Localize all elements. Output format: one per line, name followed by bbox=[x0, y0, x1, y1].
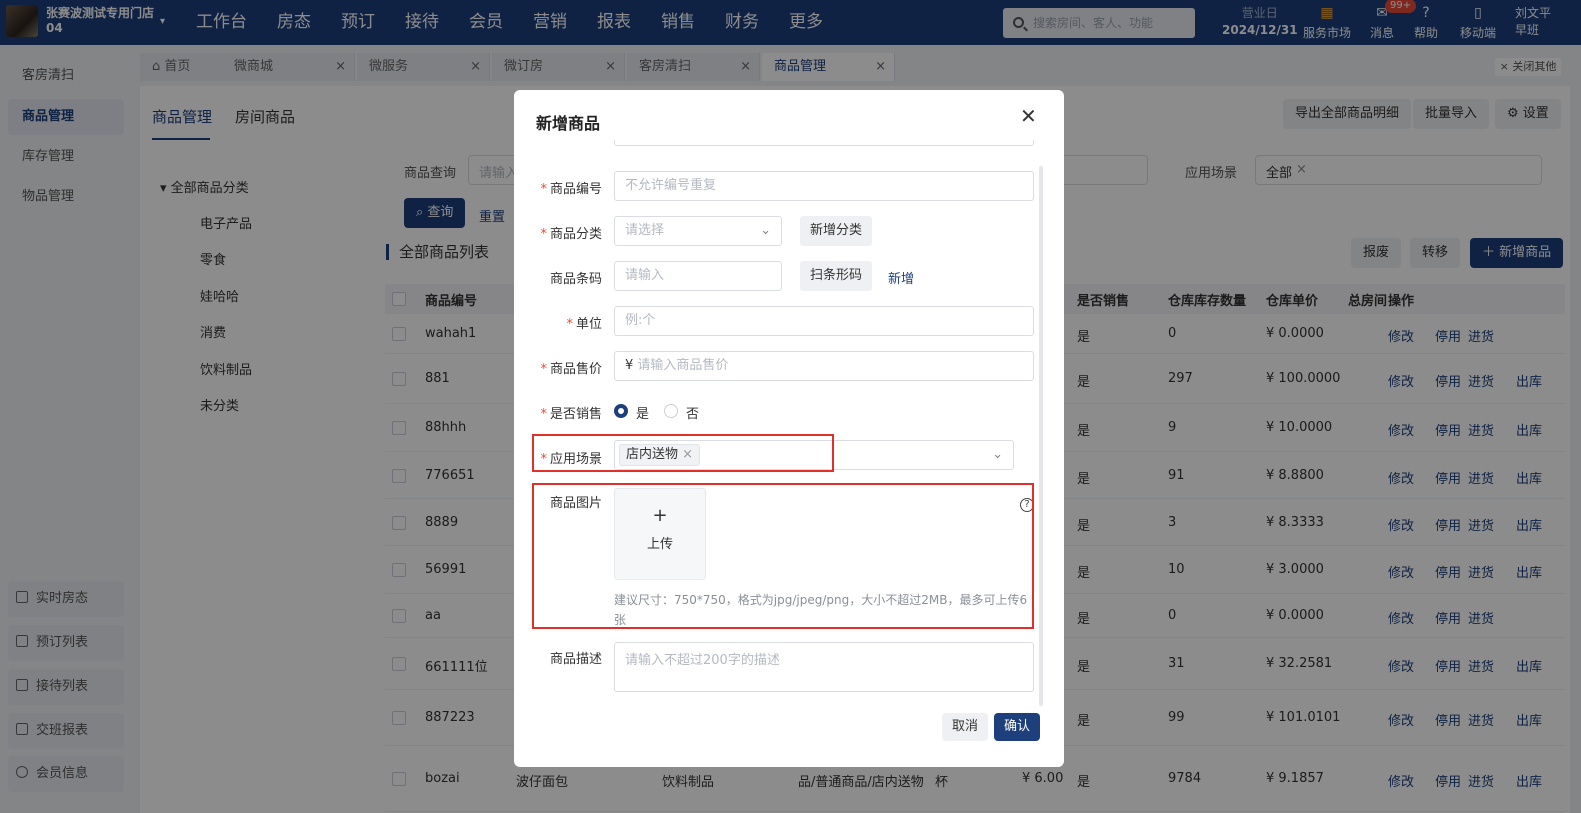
desc-label: 商品描述 bbox=[518, 648, 602, 667]
on-sale-no-radio[interactable] bbox=[664, 404, 678, 418]
unit-label-text: 单位 bbox=[575, 317, 602, 332]
hidden-top-field[interactable] bbox=[614, 140, 1034, 146]
on-sale-label-text: 是否销售 bbox=[549, 407, 602, 422]
goods-code-input[interactable]: 不允许编号重复 bbox=[614, 171, 1034, 201]
code-label-text: 商品编号 bbox=[549, 182, 602, 197]
category-placeholder: 请选择 bbox=[625, 223, 665, 238]
barcode-input[interactable]: 请输入 bbox=[614, 261, 782, 291]
cancel-button[interactable]: 取消 bbox=[942, 713, 989, 741]
highlight-scene-box bbox=[532, 434, 834, 472]
on-sale-yes-radio[interactable] bbox=[614, 404, 628, 418]
description-textarea[interactable]: 请输入不超过200字的描述 bbox=[614, 642, 1034, 692]
category-select[interactable]: 请选择 ⌄ bbox=[614, 216, 782, 246]
price-placeholder: 请输入商品售价 bbox=[637, 358, 729, 373]
category-label-text: 商品分类 bbox=[549, 227, 602, 242]
desc-label-text: 商品描述 bbox=[549, 652, 602, 667]
sale-price-input[interactable]: ¥ 请输入商品售价 bbox=[614, 351, 1034, 381]
code-label: * 商品编号 bbox=[540, 182, 602, 197]
price-label-text: 商品售价 bbox=[549, 362, 602, 377]
add-goods-dialog: 新增商品 ✕ * 商品编号 不允许编号重复 * 商品分类 请选择 ⌄ 新增分类 商品条… bbox=[514, 90, 1064, 767]
price-label: * 商品售价 bbox=[540, 362, 602, 377]
on-sale-no-label: 否 bbox=[686, 407, 700, 422]
dialog-scrollbar[interactable] bbox=[1039, 166, 1043, 706]
on-sale-label: * 是否销售 bbox=[540, 407, 602, 422]
highlight-image-box bbox=[532, 483, 1034, 629]
unit-label: * 单位 bbox=[566, 317, 602, 332]
on-sale-yes-label: 是 bbox=[636, 407, 650, 422]
unit-input[interactable]: 例:个 bbox=[614, 306, 1034, 336]
currency-prefix: ¥ bbox=[625, 358, 634, 373]
barcode-label-text: 商品条码 bbox=[549, 272, 602, 287]
chevron-down-icon: ⌄ bbox=[992, 447, 1003, 462]
confirm-button[interactable]: 确认 bbox=[994, 713, 1041, 741]
scan-barcode-button[interactable]: 扫条形码 bbox=[800, 261, 873, 291]
barcode-label: 商品条码 bbox=[518, 268, 602, 287]
dialog-title: 新增商品 bbox=[536, 114, 601, 133]
chevron-down-icon: ⌄ bbox=[760, 223, 771, 238]
add-barcode-link[interactable]: 新增 bbox=[888, 268, 914, 287]
close-icon[interactable]: ✕ bbox=[1020, 106, 1037, 126]
dialog-body: * 商品编号 不允许编号重复 * 商品分类 请选择 ⌄ 新增分类 商品条码 请输入 扫… bbox=[514, 140, 1064, 705]
add-category-button[interactable]: 新增分类 bbox=[800, 216, 873, 246]
category-label: * 商品分类 bbox=[540, 227, 602, 242]
